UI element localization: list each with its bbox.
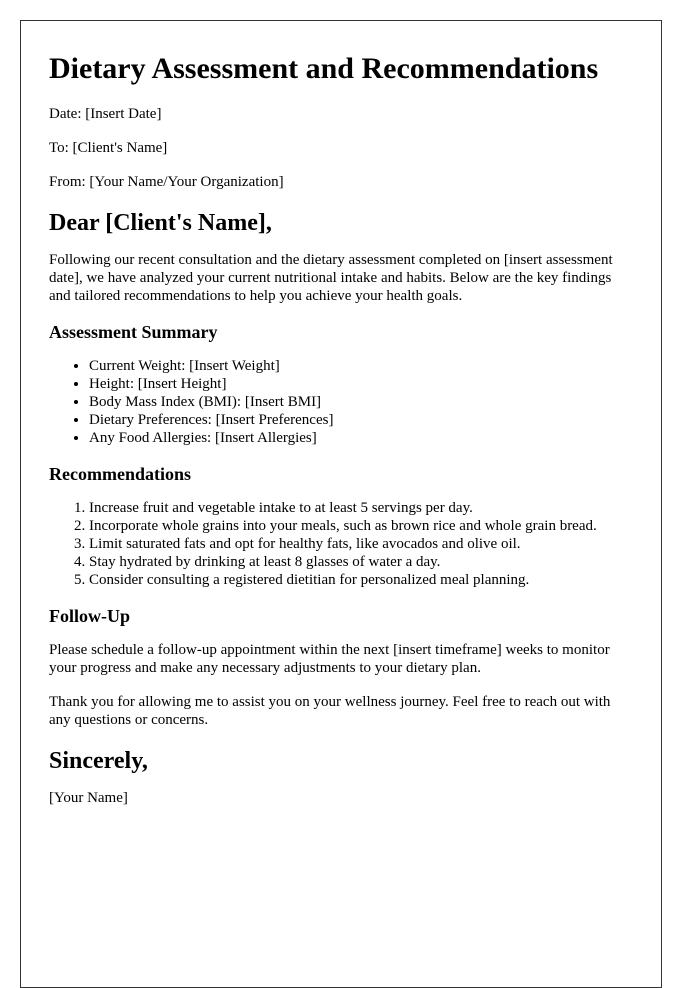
letter-meta: Date: [Insert Date] To: [Client's Name] … — [49, 105, 633, 191]
recommendations-heading: Recommendations — [49, 464, 191, 484]
list-item: Limit saturated fats and opt for healthy… — [89, 535, 633, 553]
assessment-heading: Assessment Summary — [49, 322, 218, 342]
signoff: Sincerely, — [49, 748, 148, 774]
closing-paragraph: Thank you for allowing me to assist you … — [49, 694, 611, 728]
followup-heading: Follow-Up — [49, 606, 130, 626]
assessment-list: Current Weight: [Insert Weight] Height: … — [49, 357, 633, 447]
list-item: Incorporate whole grains into your meals… — [89, 517, 633, 535]
intro-paragraph: Following our recent consultation and th… — [49, 252, 613, 304]
list-item: Any Food Allergies: [Insert Allergies] — [89, 429, 633, 447]
followup-paragraph: Please schedule a follow-up appointment … — [49, 642, 610, 676]
list-item: Current Weight: [Insert Weight] — [89, 357, 633, 375]
list-item: Height: [Insert Height] — [89, 375, 633, 393]
list-item: Body Mass Index (BMI): [Insert BMI] — [89, 393, 633, 411]
to-line: To: [Client's Name] — [49, 140, 168, 156]
document-title: Dietary Assessment and Recommendations — [49, 52, 599, 85]
list-item: Increase fruit and vegetable intake to a… — [89, 499, 633, 517]
list-item: Consider consulting a registered dietiti… — [89, 571, 633, 589]
salutation: Dear [Client's Name], — [49, 210, 272, 236]
date-line: Date: [Insert Date] — [49, 106, 162, 122]
list-item: Dietary Preferences: [Insert Preferences… — [89, 411, 633, 429]
letter-container: Dietary Assessment and Recommendations D… — [20, 20, 662, 988]
signature: [Your Name] — [49, 790, 128, 806]
from-line: From: [Your Name/Your Organization] — [49, 174, 284, 190]
recommendations-list: Increase fruit and vegetable intake to a… — [49, 499, 633, 589]
list-item: Stay hydrated by drinking at least 8 gla… — [89, 553, 633, 571]
